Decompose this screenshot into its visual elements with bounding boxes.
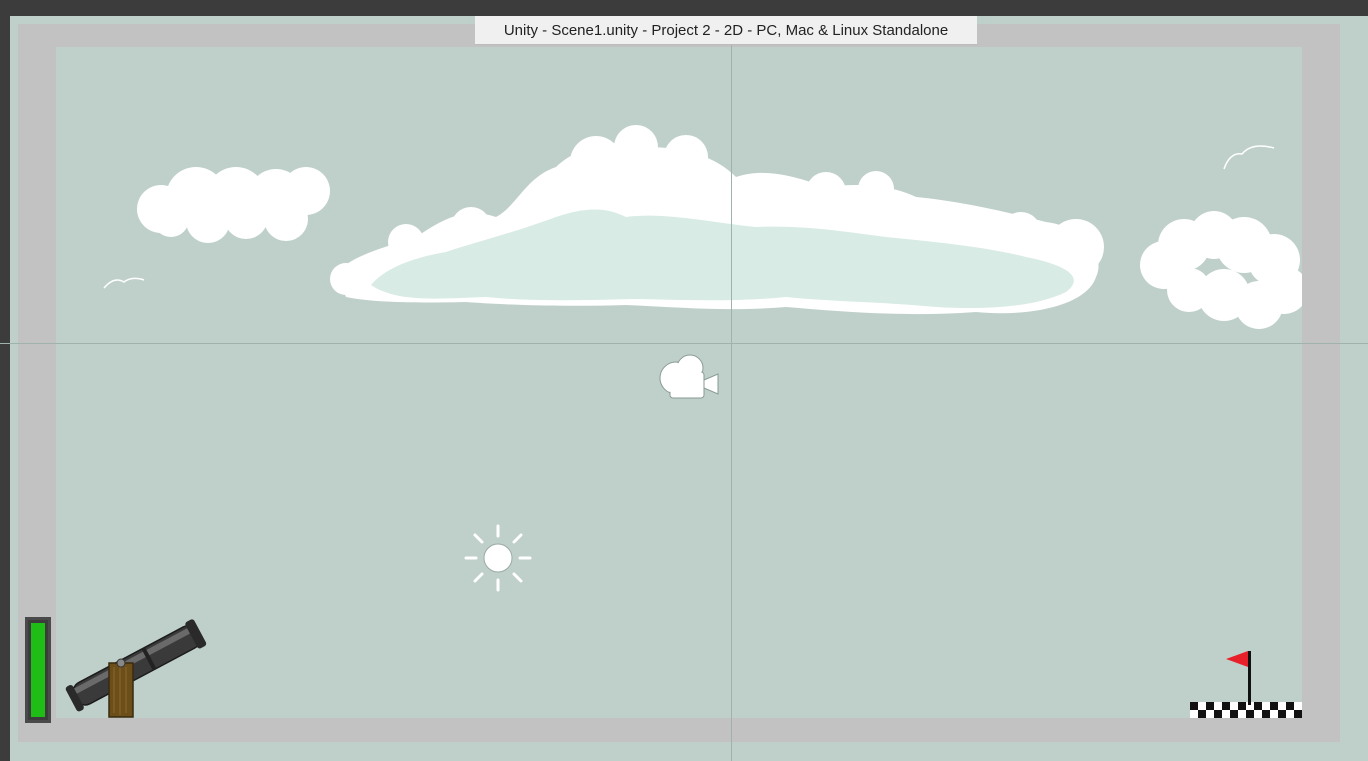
window-title-bar: Unity - Scene1.unity - Project 2 - 2D - …	[475, 16, 977, 45]
scene-grid-line-vertical	[731, 16, 732, 761]
cannon[interactable]	[60, 605, 216, 719]
camera-icon[interactable]	[656, 352, 724, 402]
cloud-right	[1140, 211, 1302, 329]
directional-light-icon[interactable]	[462, 522, 534, 594]
goal-flag[interactable]	[1222, 649, 1256, 705]
cloud-large-center	[330, 125, 1104, 315]
editor-top-bar	[0, 0, 1368, 16]
health-bar-fill	[31, 623, 45, 717]
scene-grid-line-horizontal	[0, 343, 1368, 344]
cloud-small-left	[137, 167, 330, 243]
bird-left	[103, 277, 145, 289]
bird-right	[1223, 145, 1275, 170]
window-title: Unity - Scene1.unity - Project 2 - 2D - …	[503, 21, 949, 39]
health-bar	[25, 617, 51, 723]
